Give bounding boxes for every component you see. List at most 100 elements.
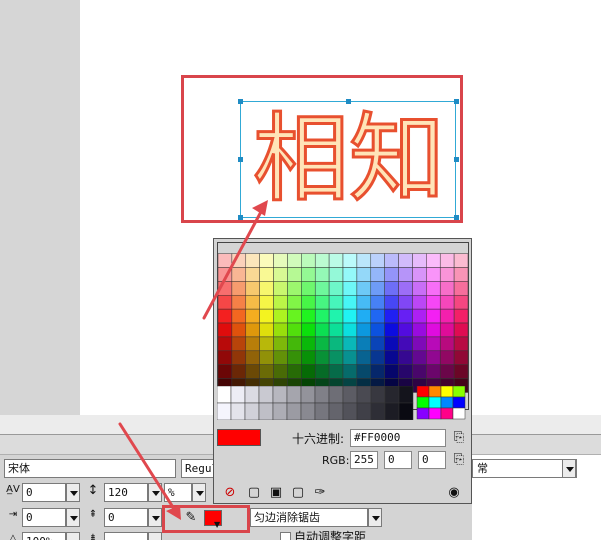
fill-mode-icon[interactable]: ▢ [245,484,263,502]
color-swatch [439,336,455,352]
indent-dropdown[interactable] [66,508,80,527]
auto-kern-checkbox[interactable] [280,532,291,540]
color-swatch [439,350,455,365]
gradient-mode-icon[interactable]: ▢ [289,484,307,502]
color-swatch [231,350,247,365]
color-swatch [314,364,330,379]
color-swatch-grid[interactable] [217,242,469,410]
color-swatch [259,364,274,379]
hex-input[interactable]: #FF0000 [350,429,446,447]
color-swatch [342,364,358,379]
gray-swatch [370,402,386,420]
gray-swatch [286,386,302,404]
color-swatch [453,294,468,310]
tracking-icon: A̲V [6,484,20,495]
space-before-dropdown[interactable] [148,508,162,527]
color-swatch [453,336,468,352]
color-swatch [314,308,330,324]
color-swatch [426,350,441,365]
gray-swatch [314,386,330,404]
color-swatch [231,281,247,296]
leading-field[interactable]: 120 [104,483,148,502]
color-swatch [273,350,288,365]
color-swatch [245,322,260,338]
eyedropper-icon[interactable]: ✑ [311,484,329,502]
color-swatch [259,336,274,352]
quick-color-swatch [416,396,430,409]
color-swatch [314,294,330,310]
rgb-g-input[interactable]: 0 [384,451,412,469]
color-swatch [328,253,344,268]
gray-swatch [244,386,260,404]
copy-rgb-icon[interactable]: ⎘ [450,451,468,469]
hex-label: 十六进制: [292,432,345,446]
color-swatch [426,322,441,338]
tracking-field[interactable]: 0 [22,483,66,502]
color-swatch [412,308,427,324]
color-swatch [426,281,441,296]
color-swatch [245,364,260,379]
text-object[interactable]: 相知 [238,96,460,222]
rgb-r-input[interactable]: 255 [350,451,378,469]
leading-unit-dropdown[interactable] [192,483,206,502]
color-swatch [426,308,441,324]
antialias-select[interactable]: 匀边消除锯齿 [250,508,368,527]
color-swatch [273,253,288,268]
color-swatch [342,350,358,365]
grayscale-swatch-row[interactable] [217,386,469,420]
color-swatch [398,336,413,352]
color-swatch [245,253,260,268]
quick-color-swatch [428,407,442,420]
no-color-icon[interactable]: ⊘ [221,484,239,502]
color-swatch [398,281,413,296]
color-swatch [342,308,358,324]
antialias-dropdown[interactable] [368,508,382,527]
style-dropdown-arrow[interactable] [562,459,576,478]
color-swatch [218,253,233,268]
color-swatch [439,322,455,338]
space-after-icon: ⇟ [88,533,98,540]
font-family-field[interactable]: 宋体 [4,459,176,478]
color-swatch [439,253,455,268]
color-swatch [287,350,302,365]
gray-swatch [272,386,288,404]
color-swatch [370,336,385,352]
color-swatch [356,308,372,324]
color-swatch [328,322,344,338]
color-swatch [384,336,399,352]
color-swatch [245,281,260,296]
color-swatch [384,308,399,324]
leading-dropdown[interactable] [148,483,162,502]
stroke-mode-icon[interactable]: ▣ [267,484,285,502]
tracking-dropdown[interactable] [66,483,80,502]
space-before-field[interactable]: 0 [104,508,148,527]
font-style-field[interactable]: Regul [181,459,215,478]
space-after-field[interactable] [104,532,148,540]
color-swatch [356,294,372,310]
color-swatch [384,267,399,282]
gray-swatch [342,402,358,420]
color-swatch [231,267,247,282]
quick-color-swatch [440,396,454,409]
gray-swatch [328,386,344,404]
space-after-dropdown[interactable] [148,532,162,540]
color-wheel-icon[interactable]: ◉ [445,484,463,502]
rgb-b-input[interactable]: 0 [418,451,446,469]
color-swatch [356,322,372,338]
color-swatch [412,364,427,379]
color-swatch [453,308,468,324]
color-swatch [301,253,316,268]
leading-unit-field[interactable]: % [164,483,192,502]
fill-color-dropdown-icon[interactable]: ▼ [214,521,220,529]
color-swatch [426,267,441,282]
copy-icon[interactable]: ⎘ [450,429,468,447]
color-swatch [259,267,274,282]
color-swatch [231,308,247,324]
color-swatch [370,308,385,324]
indent-field[interactable]: 0 [22,508,66,527]
gray-swatch [217,386,232,404]
color-swatch [314,336,330,352]
zoom-field[interactable]: 100% [22,532,66,540]
color-swatch [453,350,468,365]
zoom-dropdown[interactable] [66,532,80,540]
